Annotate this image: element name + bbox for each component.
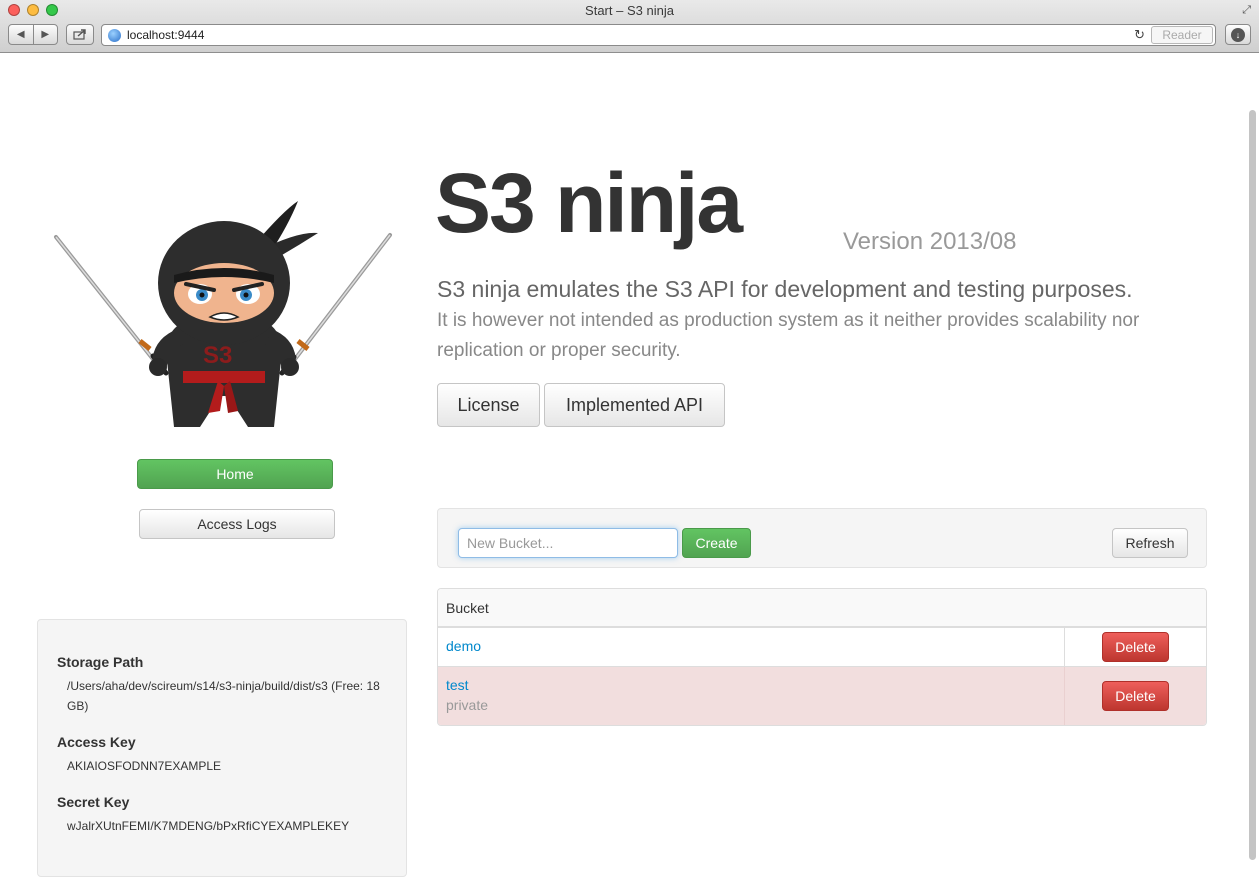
license-button[interactable]: License	[437, 383, 540, 427]
url-text[interactable]: localhost:9444	[127, 28, 1134, 42]
implemented-api-button[interactable]: Implemented API	[544, 383, 725, 427]
bucket-link-test[interactable]: test	[446, 675, 1056, 695]
bucket-cell: test private	[438, 667, 1065, 725]
scrollbar[interactable]	[1249, 110, 1256, 860]
fullscreen-icon[interactable]: ⤢	[1242, 4, 1251, 17]
bucket-cell: demo	[438, 628, 1065, 666]
page-content: S3 Home Access Logs Storage Path /Users/…	[0, 54, 1259, 894]
ninja-logo: S3	[54, 201, 392, 427]
storage-path-label: Storage Path	[57, 654, 144, 670]
table-header-bucket: Bucket	[438, 589, 1206, 627]
bucket-toolbar: Create Refresh	[437, 508, 1207, 568]
refresh-button[interactable]: Refresh	[1112, 528, 1188, 558]
lead-text: S3 ninja emulates the S3 API for develop…	[437, 276, 1133, 302]
address-bar[interactable]: localhost:9444 ↻ Reader	[101, 24, 1216, 46]
bucket-visibility-label: private	[446, 697, 489, 713]
access-key-value: AKIAIOSFODNN7EXAMPLE	[67, 759, 222, 773]
page-title: S3 ninja	[435, 156, 743, 250]
table-row: demo Delete	[438, 627, 1206, 666]
delete-test-button[interactable]: Delete	[1102, 681, 1169, 711]
secret-key-label: Secret Key	[57, 794, 130, 810]
forward-icon[interactable]: ▶	[32, 25, 58, 44]
reload-icon[interactable]: ↻	[1134, 27, 1145, 43]
storage-path-value: /Users/aha/dev/scireum/s14/s3-ninja/buil…	[67, 679, 380, 713]
globe-icon	[108, 28, 121, 42]
action-cell: Delete	[1065, 667, 1206, 725]
description-text: It is however not intended as production…	[437, 310, 1140, 361]
history-nav: ◀ ▶	[8, 24, 58, 45]
access-logs-button[interactable]: Access Logs	[139, 509, 335, 539]
reader-button[interactable]: Reader	[1151, 26, 1213, 44]
storage-info-panel: Storage Path /Users/aha/dev/scireum/s14/…	[37, 619, 407, 877]
delete-demo-button[interactable]: Delete	[1102, 632, 1169, 662]
browser-toolbar: Start – S3 ninja ⤢ ◀ ▶ localhost:9444 ↻ …	[0, 0, 1259, 53]
home-button[interactable]: Home	[137, 459, 333, 489]
create-bucket-button[interactable]: Create	[682, 528, 751, 558]
new-bucket-input[interactable]	[458, 528, 678, 558]
window-title: Start – S3 ninja	[585, 3, 674, 18]
version-label: Version 2013/08	[843, 228, 1017, 255]
secret-key-value: wJalrXUtnFEMI/K7MDENG/bPxRfiCYEXAMPLEKEY	[67, 819, 350, 833]
action-cell: Delete	[1065, 628, 1206, 666]
download-icon[interactable]: ↓	[1225, 24, 1251, 45]
back-icon[interactable]: ◀	[9, 25, 33, 44]
table-row: test private Delete	[438, 666, 1206, 725]
share-icon[interactable]	[66, 24, 94, 45]
bucket-link-demo[interactable]: demo	[446, 636, 1056, 656]
access-key-label: Access Key	[57, 734, 136, 750]
buckets-table: Bucket demo Delete test private Delete	[437, 588, 1207, 726]
svg-text:S3: S3	[203, 342, 232, 369]
